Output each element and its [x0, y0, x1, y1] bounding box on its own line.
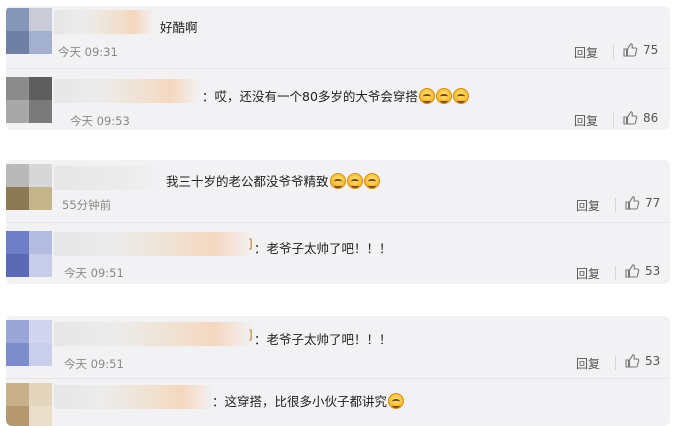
- username-blurred[interactable]: [54, 79, 200, 103]
- comment-text-content: ：哎，还没有一个80多岁的大爷会穿搭: [202, 89, 418, 104]
- action-separator: [613, 113, 614, 127]
- like-button[interactable]: 75: [622, 42, 658, 58]
- reply-button[interactable]: 回复: [576, 197, 600, 214]
- comment-card: ] ：老爷子太帅了吧！！！ 今天 09:51 回复 53 ：这穿搭，比很多小伙子…: [6, 316, 670, 426]
- reply-button[interactable]: 回复: [576, 265, 600, 282]
- comment-text: 我三十岁的老公都没爷爷精致: [166, 171, 380, 190]
- username-blurred[interactable]: [54, 322, 254, 346]
- username-tail: ]: [248, 237, 253, 251]
- action-separator: [615, 198, 616, 212]
- avatar[interactable]: [6, 8, 52, 54]
- avatar[interactable]: [6, 320, 52, 366]
- reply-button[interactable]: 回复: [574, 44, 598, 61]
- like-count: 75: [643, 43, 659, 57]
- comment-time: 今天 09:53: [70, 114, 130, 128]
- comment-item: ] ：老爷子太帅了吧！！！ 今天 09:51 回复 53: [6, 316, 670, 378]
- laughing-crying-emoji-icon: [452, 88, 469, 104]
- username-blurred[interactable]: [54, 385, 214, 409]
- comment-text-content: ：这穿搭，比很多小伙子都讲究: [212, 394, 388, 409]
- thumbs-up-icon: [625, 354, 640, 368]
- username-blurred[interactable]: [54, 10, 154, 34]
- comment-card: 我三十岁的老公都没爷爷精致 55分钟前 回复 77 ] ：老爷子太帅了吧！！！ …: [6, 160, 670, 284]
- like-button[interactable]: 77: [624, 195, 660, 211]
- laughing-crying-emoji-icon: [363, 173, 380, 189]
- comment-text: ：这穿搭，比很多小伙子都讲究: [212, 391, 405, 410]
- thumbs-up-icon: [623, 111, 638, 125]
- like-button[interactable]: 53: [624, 353, 660, 369]
- reply-button[interactable]: 回复: [574, 112, 598, 129]
- like-button[interactable]: 86: [622, 110, 658, 126]
- action-separator: [615, 356, 616, 370]
- comment-time: 55分钟前: [62, 198, 112, 212]
- like-count: 53: [645, 354, 661, 368]
- action-separator: [615, 266, 616, 280]
- comment-text-content: 好酷啊: [160, 20, 198, 35]
- comment-text: 好酷啊: [160, 17, 198, 36]
- avatar[interactable]: [6, 164, 52, 210]
- laughing-crying-emoji-icon: [329, 173, 346, 189]
- like-count: 77: [645, 196, 661, 210]
- laughing-crying-emoji-icon: [346, 173, 363, 189]
- thumbs-up-icon: [625, 264, 640, 278]
- thumbs-up-icon: [623, 43, 638, 57]
- comment-time: 今天 09:51: [64, 266, 124, 280]
- comment-item: 我三十岁的老公都没爷爷精致 55分钟前 回复 77: [6, 160, 670, 222]
- username-tail: ]: [248, 328, 253, 342]
- action-separator: [613, 45, 614, 59]
- comment-text-content: 我三十岁的老公都没爷爷精致: [166, 174, 329, 189]
- avatar[interactable]: [6, 77, 52, 123]
- like-count: 86: [643, 111, 659, 125]
- avatar[interactable]: [6, 231, 52, 277]
- comment-text: ：老爷子太帅了吧！！！: [254, 238, 392, 257]
- comment-item: ：这穿搭，比很多小伙子都讲究: [6, 379, 670, 426]
- comment-text: ：哎，还没有一个80多岁的大爷会穿搭: [202, 86, 469, 105]
- comment-time: 今天 09:31: [58, 45, 118, 59]
- comment-item: ：哎，还没有一个80多岁的大爷会穿搭 今天 09:53 回复 86: [6, 69, 670, 130]
- comment-text: ：老爷子太帅了吧！！！: [254, 329, 392, 348]
- comment-card: 好酷啊 今天 09:31 回复 75 ：哎，还没有一个80多岁的大爷会穿搭 今天…: [6, 6, 670, 130]
- laughing-crying-emoji-icon: [388, 393, 405, 409]
- like-count: 53: [645, 264, 661, 278]
- reply-button[interactable]: 回复: [576, 355, 600, 372]
- like-button[interactable]: 53: [624, 263, 660, 279]
- comment-text-content: ：老爷子太帅了吧！！！: [254, 241, 392, 256]
- username-blurred[interactable]: [54, 166, 162, 190]
- laughing-crying-emoji-icon: [418, 88, 435, 104]
- comment-item: 好酷啊 今天 09:31 回复 75: [6, 6, 670, 68]
- laughing-crying-emoji-icon: [435, 88, 452, 104]
- thumbs-up-icon: [625, 196, 640, 210]
- comment-text-content: ：老爷子太帅了吧！！！: [254, 332, 392, 347]
- username-blurred[interactable]: [54, 232, 254, 256]
- comment-item: ] ：老爷子太帅了吧！！！ 今天 09:51 回复 53: [6, 223, 670, 284]
- comment-time: 今天 09:51: [64, 357, 124, 371]
- avatar[interactable]: [6, 383, 52, 426]
